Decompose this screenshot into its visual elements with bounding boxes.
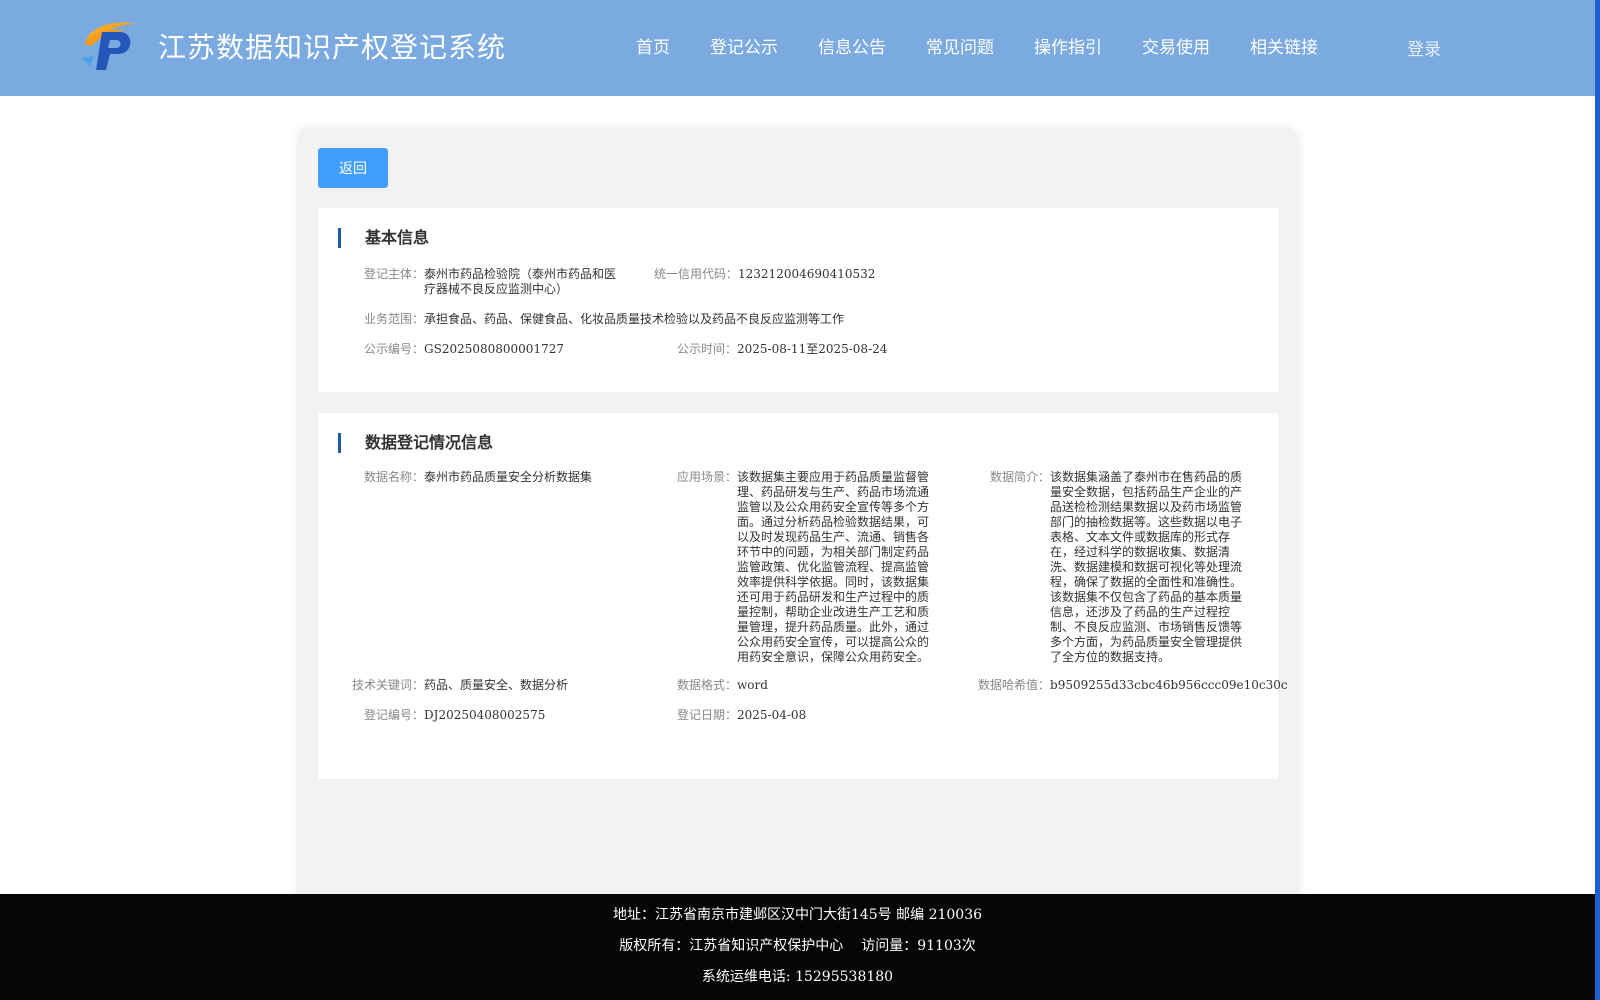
data-name-value: 泰州市药品质量安全分析数据集 [424, 470, 593, 484]
back-button[interactable]: 返回 [318, 148, 388, 188]
data-hash-value: b9509255d33cbc46b956ccc09e10c30c [1050, 678, 1288, 692]
credit-code-value: 123212004690410532 [738, 267, 876, 281]
footer-phone: 系统运维电话: 15295538180 [701, 969, 894, 985]
main-nav: 首页 登记公示 信息公告 常见问题 操作指引 交易使用 相关链接 [636, 33, 1318, 58]
business-scope-value: 承担食品、药品、保健食品、化妆品质量技术检验以及药品不良反应监测等工作 [424, 312, 845, 326]
publicity-number-value: GS2025080800001727 [424, 342, 564, 356]
basic-info-title: 基本信息 [338, 228, 429, 248]
top-header: 江苏数据知识产权登记系统 首页 登记公示 信息公告 常见问题 操作指引 交易使用… [0, 0, 1595, 96]
login-link[interactable]: 登录 [1407, 35, 1441, 60]
page-footer: 地址：江苏省南京市建邺区汉中门大街145号 邮编 210036 版权所有：江苏省… [0, 894, 1595, 1000]
data-format-field: 数据格式： word [677, 678, 768, 692]
keywords-value: 药品、质量安全、数据分析 [424, 678, 569, 692]
credit-code-field: 统一信用代码： 123212004690410532 [654, 267, 876, 281]
registration-number-value: DJ20250408002575 [424, 708, 546, 722]
basic-info-card: 基本信息 登记主体： 泰州市药品检验院（泰州市药品和医疗器械不良反应监测中心） … [318, 208, 1278, 392]
nav-home[interactable]: 首页 [636, 33, 670, 58]
data-intro-value: 该数据集涵盖了泰州市在售药品的质量安全数据，包括药品生产企业的产品送检检测结果数… [1050, 470, 1243, 664]
publicity-time-field: 公示时间： 2025-08-11至2025-08-24 [677, 342, 888, 356]
data-name-field: 数据名称： 泰州市药品质量安全分析数据集 [364, 470, 593, 484]
footer-visits: 访问量：91103次 [861, 938, 976, 954]
nav-registration-publicity[interactable]: 登记公示 [710, 33, 778, 58]
entity-field: 登记主体： 泰州市药品检验院（泰州市药品和医疗器械不良反应监测中心） [364, 267, 617, 296]
right-edge-bar [1595, 0, 1600, 1000]
registration-date-value: 2025-04-08 [737, 708, 807, 722]
registration-number-field: 登记编号： DJ20250408002575 [364, 708, 546, 722]
data-hash-field: 数据哈希值： b9509255d33cbc46b956ccc09e10c30c [978, 678, 1288, 692]
detail-panel: 返回 基本信息 登记主体： 泰州市药品检验院（泰州市药品和医疗器械不良反应监测中… [297, 127, 1299, 907]
business-scope-field: 业务范围： 承担食品、药品、保健食品、化妆品质量技术检验以及药品不良反应监测等工… [364, 312, 845, 326]
publicity-number-field: 公示编号： GS2025080800001727 [364, 342, 564, 356]
nav-guide[interactable]: 操作指引 [1034, 33, 1102, 58]
data-registration-card: 数据登记情况信息 数据名称： 泰州市药品质量安全分析数据集 应用场景： 该数据集… [318, 413, 1288, 779]
nav-transactions[interactable]: 交易使用 [1142, 33, 1210, 58]
data-format-value: word [737, 678, 768, 692]
nav-announcements[interactable]: 信息公告 [818, 33, 886, 58]
footer-copyright: 版权所有：江苏省知识产权保护中心 [619, 938, 844, 954]
footer-address: 地址：江苏省南京市建邺区汉中门大街145号 邮编 210036 [612, 907, 983, 923]
site-logo-icon [82, 22, 136, 70]
nav-links[interactable]: 相关链接 [1250, 33, 1318, 58]
data-intro-field: 数据简介： 该数据集涵盖了泰州市在售药品的质量安全数据，包括药品生产企业的产品送… [990, 470, 1243, 664]
nav-faq[interactable]: 常见问题 [926, 33, 994, 58]
entity-value: 泰州市药品检验院（泰州市药品和医疗器械不良反应监测中心） [424, 267, 617, 296]
data-registration-title: 数据登记情况信息 [338, 433, 493, 453]
site-title: 江苏数据知识产权登记系统 [158, 31, 507, 64]
footer-copyright-line: 版权所有：江苏省知识产权保护中心 访问量：91103次 [0, 935, 1595, 955]
application-scene-value: 该数据集主要应用于药品质量监督管理、药品研发与生产、药品市场流通监管以及公众用药… [737, 470, 930, 664]
registration-date-field: 登记日期： 2025-04-08 [677, 708, 807, 722]
keywords-field: 技术关键词： 药品、质量安全、数据分析 [352, 678, 569, 692]
publicity-time-value: 2025-08-11至2025-08-24 [737, 342, 888, 356]
application-scene-field: 应用场景： 该数据集主要应用于药品质量监督管理、药品研发与生产、药品市场流通监管… [677, 470, 930, 664]
